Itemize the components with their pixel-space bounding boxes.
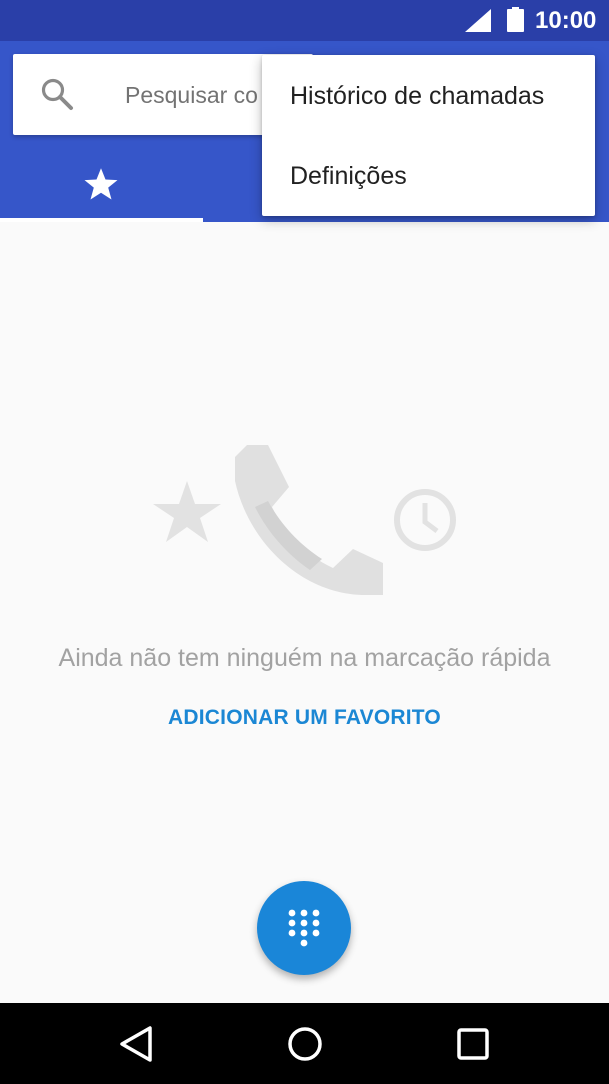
dialpad-icon	[288, 909, 320, 947]
add-favorite-button[interactable]: ADICIONAR UM FAVORITO	[0, 704, 609, 732]
status-time: 10:00	[535, 7, 597, 34]
clock-icon	[394, 489, 456, 551]
recents-icon[interactable]	[456, 1027, 490, 1061]
back-icon[interactable]	[118, 1025, 154, 1063]
home-icon[interactable]	[286, 1025, 324, 1063]
star-icon	[153, 481, 221, 542]
tab-indicator	[0, 218, 203, 222]
menu-item-call-history[interactable]: Histórico de chamadas	[262, 56, 595, 136]
navigation-bar	[0, 1003, 609, 1084]
star-icon	[84, 168, 118, 200]
search-placeholder[interactable]: Pesquisar co	[125, 82, 258, 108]
tab-favorites[interactable]	[0, 150, 203, 222]
dialpad-fab[interactable]	[257, 881, 351, 975]
menu-item-settings[interactable]: Definições	[262, 136, 595, 216]
empty-state-message: Ainda não tem ninguém na marcação rápida	[58, 644, 551, 672]
search-icon	[41, 78, 73, 110]
phone-icon	[235, 445, 383, 595]
overflow-menu: Histórico de chamadas Definições	[262, 55, 595, 216]
battery-icon	[507, 7, 524, 32]
status-bar: 10:00	[0, 0, 609, 41]
signal-icon	[465, 9, 491, 32]
empty-state-illustration	[153, 445, 456, 595]
